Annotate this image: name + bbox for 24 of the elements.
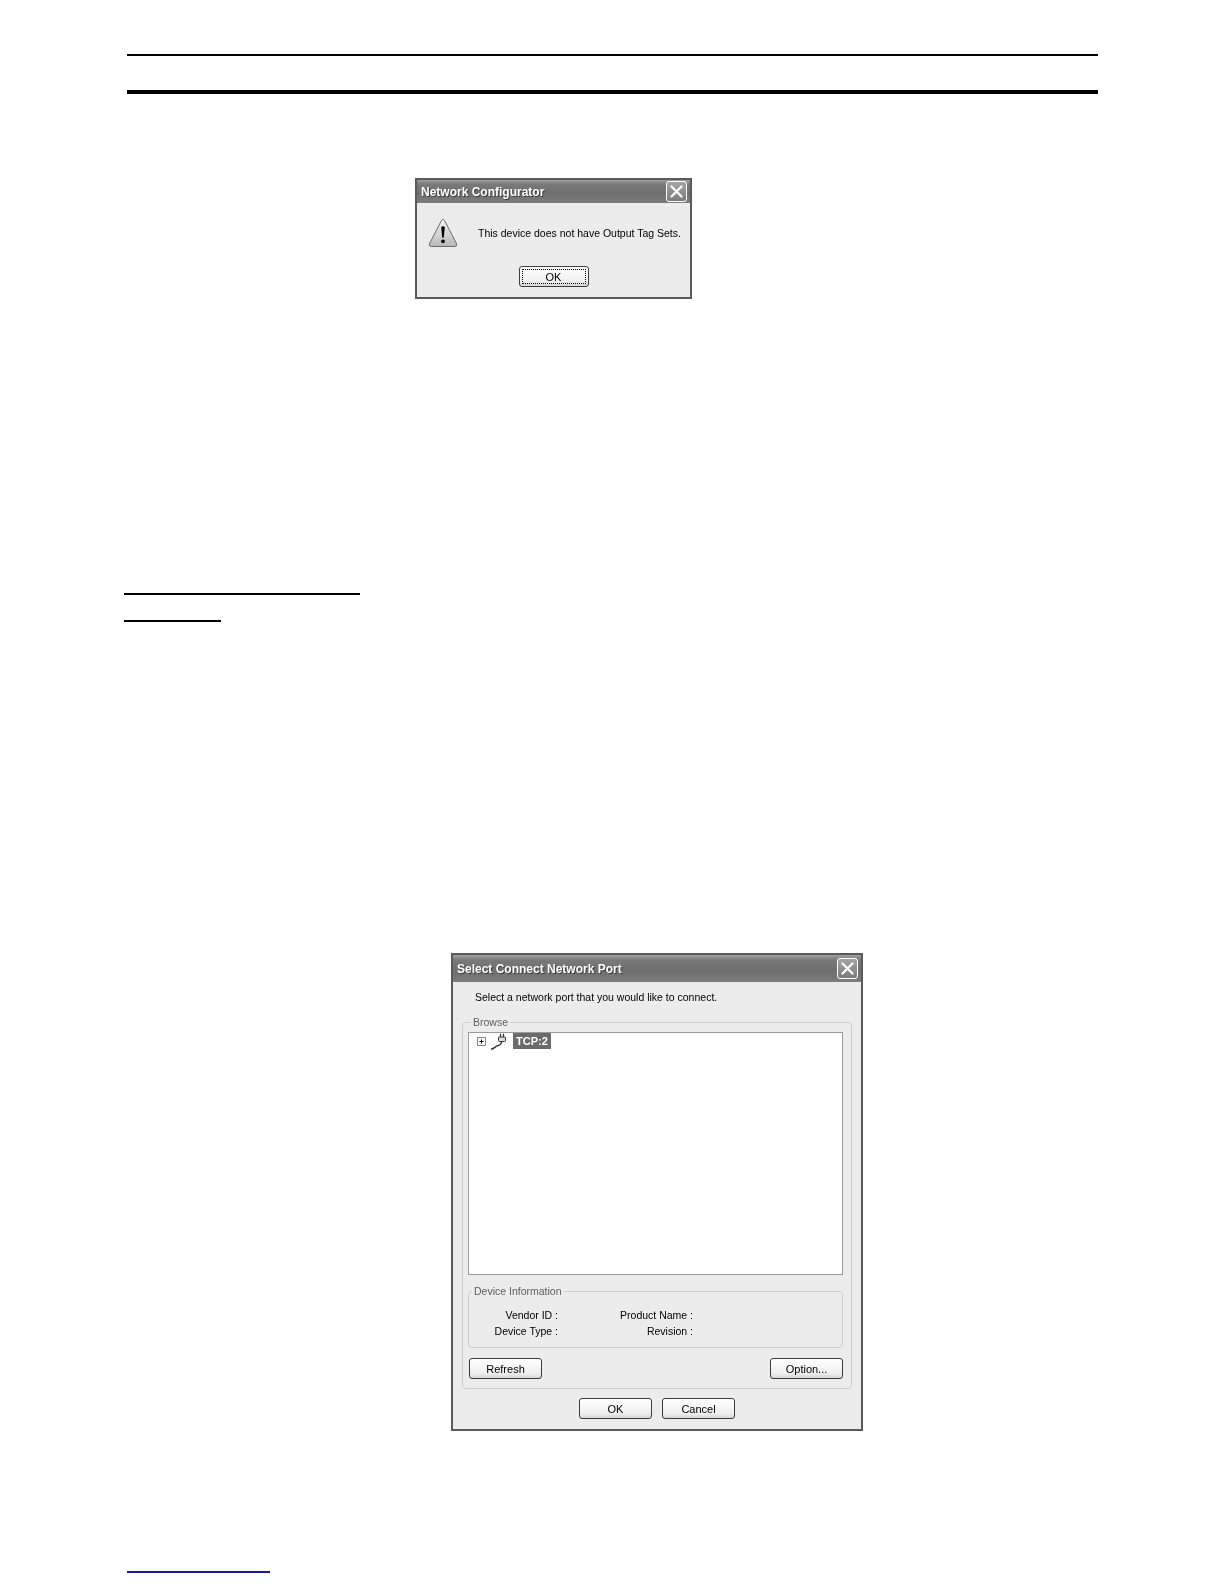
field-label: Product Name : (619, 1308, 693, 1323)
expand-icon[interactable] (477, 1036, 486, 1046)
field-label: Vendor ID : (504, 1308, 558, 1323)
instruction-text: Select a network port that you would like to connect. (475, 990, 719, 1004)
tree-item[interactable]: TCP:2 (513, 1033, 551, 1049)
group-label: Device Information (473, 1284, 563, 1298)
close-button[interactable] (837, 958, 858, 979)
warning-icon (428, 218, 458, 248)
message-text: This device does not have Output Tag Sets. (478, 227, 681, 239)
close-button[interactable] (666, 181, 687, 202)
tree-view[interactable]: TCP:2 (468, 1032, 843, 1275)
dialog-title: Network Configurator (421, 184, 545, 199)
plug-icon (490, 1032, 507, 1050)
group-label: Browse (472, 1015, 509, 1029)
cancel-button[interactable]: Cancel (662, 1398, 735, 1419)
refresh-button[interactable]: Refresh (469, 1358, 542, 1379)
close-icon (841, 962, 854, 975)
field-label: Revision : (645, 1324, 693, 1339)
ok-button[interactable]: OK (518, 266, 589, 287)
option-button[interactable]: Option... (770, 1358, 843, 1379)
field-label: Device Type : (493, 1324, 558, 1339)
close-icon (670, 185, 683, 198)
dialog-title: Select Connect Network Port (457, 961, 622, 976)
ok-button[interactable]: OK (579, 1398, 652, 1419)
